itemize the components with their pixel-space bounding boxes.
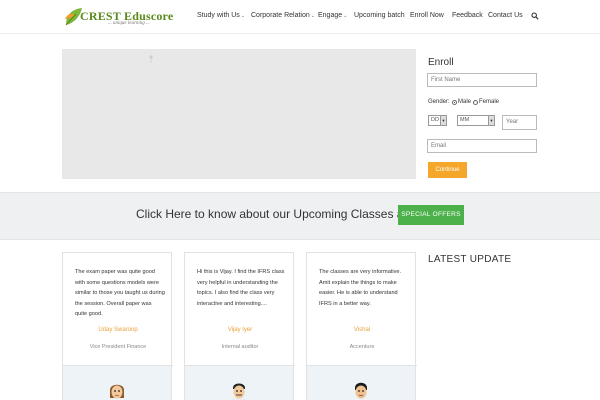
- testimonial-name[interactable]: Vijay Iyer: [185, 327, 295, 333]
- gender-male-radio[interactable]: [452, 100, 457, 105]
- testimonial-card: Hi this is Vijay. I find the IFRS class …: [184, 252, 295, 400]
- month-select[interactable]: MM ▼: [457, 115, 495, 126]
- testimonial-name[interactable]: Uday Swaroop: [63, 327, 173, 333]
- testimonial-text: The exam paper was quite good with some …: [75, 269, 165, 317]
- nav-label: Enroll Now: [410, 12, 444, 19]
- nav-item-engage[interactable]: Engage⌄: [318, 12, 347, 19]
- gender-female-radio[interactable]: [473, 100, 478, 105]
- testimonial-text: The classes are very informative. Amit e…: [319, 269, 402, 307]
- avatar-icon: [231, 383, 247, 400]
- email-field[interactable]: Email: [427, 139, 537, 153]
- first-name-field[interactable]: First Name: [427, 73, 537, 87]
- latest-update-heading: LATEST UPDATE: [428, 254, 512, 265]
- chevron-down-icon: ▼: [488, 116, 494, 125]
- avatar-area: [307, 366, 415, 400]
- nav-label: Engage: [318, 12, 343, 19]
- avatar-area: [185, 366, 293, 400]
- pin-icon: [149, 55, 153, 63]
- nav-label: Corporate Relation: [251, 12, 310, 19]
- site-header: CREST Eduscore ... unique learning ... S…: [0, 0, 600, 34]
- hero-slider[interactable]: [62, 49, 416, 179]
- testimonial-name[interactable]: Vishal: [307, 327, 417, 333]
- nav-item-upcoming-batch[interactable]: Upcoming batch: [354, 12, 405, 19]
- day-select-value: DD: [431, 117, 439, 123]
- search-icon[interactable]: [531, 12, 539, 20]
- chevron-down-icon: ⌄: [240, 13, 245, 19]
- avatar-icon: [355, 382, 367, 399]
- testimonial-role: Vice President Finance: [89, 344, 147, 350]
- nav-item-feedback[interactable]: Feedback: [452, 12, 483, 19]
- nav-label: Contact Us: [488, 12, 523, 19]
- nav-item-contact-us[interactable]: Contact Us: [488, 12, 523, 19]
- gender-male-label: Male: [458, 98, 472, 105]
- testimonial-role: Internal auditor: [221, 344, 259, 350]
- testimonial-card: The exam paper was quite good with some …: [62, 252, 173, 400]
- year-field[interactable]: Year: [502, 115, 537, 130]
- nav-label: Feedback: [452, 12, 483, 19]
- gender-female-label: Female: [479, 98, 500, 105]
- testimonial-role: Accenture: [349, 344, 375, 350]
- nav-label: Upcoming batch: [354, 12, 405, 19]
- avatar-icon: [110, 384, 124, 399]
- main-nav: Study with Us⌄ Corporate Relation⌄ Engag…: [0, 12, 600, 24]
- special-offers-button[interactable]: SPECIAL OFFERS: [398, 205, 464, 225]
- avatar-area: [63, 366, 171, 400]
- nav-item-corporate-relation[interactable]: Corporate Relation⌄: [251, 12, 315, 19]
- nav-label: Study with Us: [197, 12, 240, 19]
- chevron-down-icon: ⌄: [343, 13, 348, 19]
- nav-item-study-with-us[interactable]: Study with Us⌄: [197, 12, 245, 19]
- chevron-down-icon: ⌄: [310, 13, 315, 19]
- enroll-title: Enroll: [428, 57, 454, 68]
- gender-label: Gender:: [428, 99, 450, 105]
- day-select[interactable]: DD ▼: [428, 115, 447, 126]
- chevron-down-icon: ▼: [440, 116, 446, 125]
- month-select-value: MM: [460, 117, 470, 123]
- continue-button[interactable]: Continue: [428, 162, 467, 178]
- nav-item-enroll-now[interactable]: Enroll Now: [410, 12, 444, 19]
- testimonial-text: Hi this is Vijay. I find the IFRS class …: [197, 269, 285, 307]
- testimonial-card: The classes are very informative. Amit e…: [306, 252, 417, 400]
- offer-text: Click Here to know about our Upcoming Cl…: [136, 207, 417, 221]
